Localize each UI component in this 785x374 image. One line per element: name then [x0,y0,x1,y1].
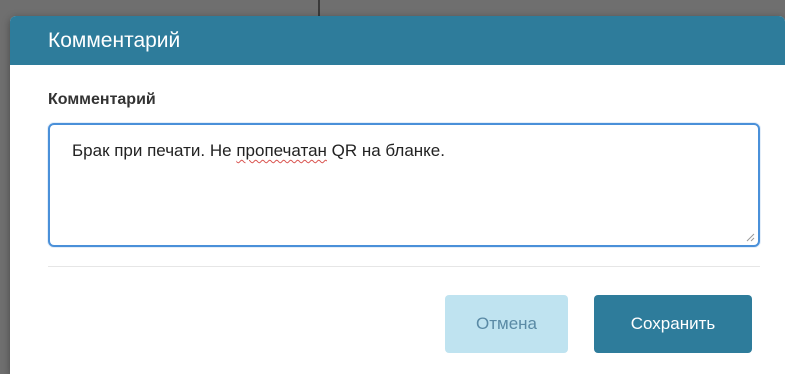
comment-text-end: QR на бланке. [326,141,445,160]
dialog-header: Комментарий [10,16,785,65]
dialog-title: Комментарий [48,28,181,52]
cancel-button[interactable]: Отмена [445,295,568,353]
save-button[interactable]: Сохранить [594,295,752,353]
footer-divider [48,266,760,267]
comment-misspelled-word: пропечатан [236,141,327,160]
comment-textarea[interactable]: Брак при печати. Не пропечатан QR на бла… [48,123,760,247]
comment-field-label: Комментарий [48,91,156,108]
comment-text-start: Брак при печати. Не [72,141,237,160]
backdrop-divider [318,0,320,16]
dialog-body: Комментарий Брак при печати. Не пропечат… [10,65,785,267]
dialog-footer: Отмена Сохранить [445,295,752,353]
comment-dialog: Комментарий Комментарий Брак при печати.… [10,16,785,374]
resize-handle-icon[interactable] [745,232,755,242]
